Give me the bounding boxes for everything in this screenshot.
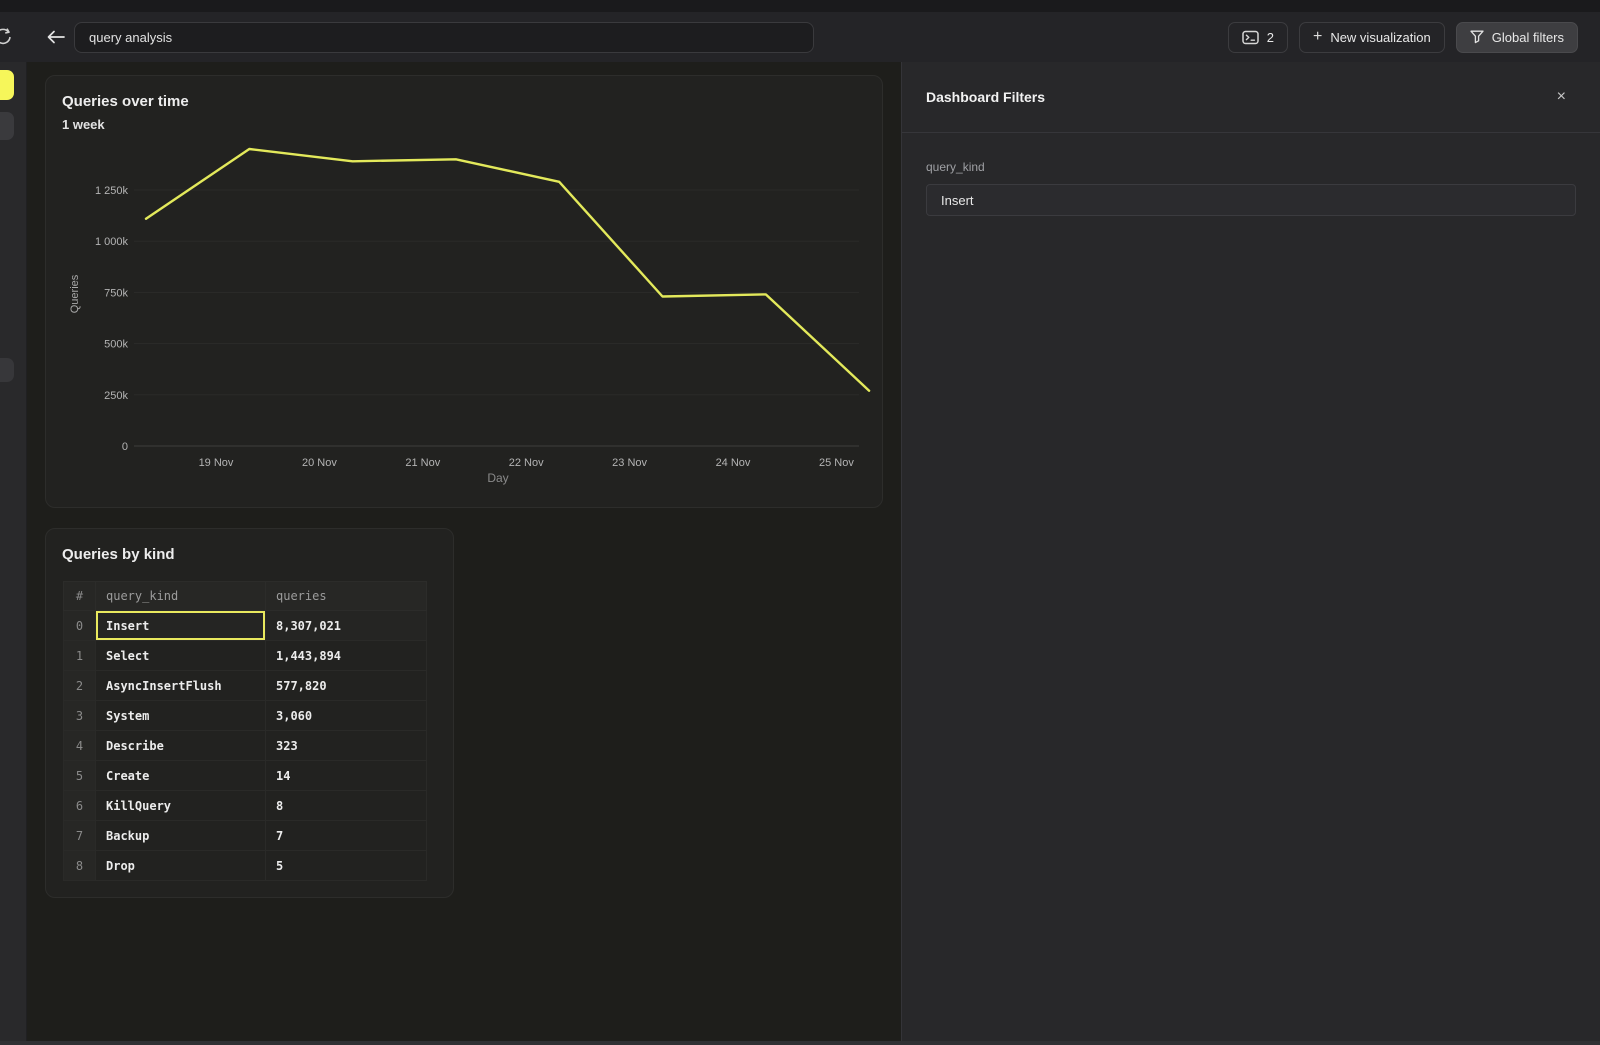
table-row: 2AsyncInsertFlush577,820 (64, 671, 427, 701)
query-kind-cell[interactable]: System (96, 701, 266, 731)
sidebar-item-2[interactable] (0, 112, 14, 140)
queries-count-cell[interactable]: 8,307,021 (266, 611, 427, 641)
filters-panel-title: Dashboard Filters (926, 89, 1045, 105)
table-row: 8Drop5 (64, 851, 427, 881)
queries-line-chart[interactable]: 1 250k 1 000k 750k 500k 250k 0 19 Nov 20 Nov 21 … (46, 76, 884, 509)
x-axis-tick-label: 23 Nov (612, 457, 647, 469)
x-axis-tick-label: 21 Nov (405, 457, 440, 469)
queries-by-kind-table: #query_kindqueries 0Insert8,307,0211Sele… (63, 581, 427, 881)
table-row: 4Describe323 (64, 731, 427, 761)
y-axis-tick-label: 1 250k (95, 185, 129, 197)
topbar: 2 + New visualization Global filters (0, 12, 1600, 62)
x-axis-tick-label: 22 Nov (509, 457, 544, 469)
filter-value-input[interactable]: Insert (926, 184, 1576, 216)
plus-icon: + (1313, 29, 1322, 45)
filters-panel-header: Dashboard Filters × (902, 62, 1600, 133)
queries-count-cell[interactable]: 8 (266, 791, 427, 821)
row-index-cell: 3 (64, 701, 96, 731)
query-kind-cell-selected[interactable]: Insert (96, 611, 266, 641)
x-axis-tick-label: 19 Nov (199, 457, 234, 469)
query-kind-cell[interactable]: Drop (96, 851, 266, 881)
new-visualization-label: New visualization (1330, 30, 1430, 45)
dashboard-canvas: Queries over time 1 week 1 250k1 000k750… (27, 62, 901, 1045)
row-index-cell: 7 (64, 821, 96, 851)
console-count-button[interactable]: 2 (1228, 22, 1288, 53)
row-index-cell: 6 (64, 791, 96, 821)
table-row: 1Select1,443,894 (64, 641, 427, 671)
sidebar-item-3[interactable] (0, 358, 14, 382)
topbar-actions: 2 + New visualization Global filters (1228, 22, 1600, 53)
table-row: 5Create14 (64, 761, 427, 791)
column-header-index[interactable]: # (64, 582, 96, 611)
row-index-cell: 2 (64, 671, 96, 701)
table-row: 3System3,060 (64, 701, 427, 731)
row-index-cell: 0 (64, 611, 96, 641)
row-index-cell: 1 (64, 641, 96, 671)
sidebar (0, 62, 27, 1045)
query-kind-cell[interactable]: Select (96, 641, 266, 671)
new-visualization-button[interactable]: + New visualization (1299, 22, 1445, 53)
table-title: Queries by kind (62, 546, 175, 563)
close-icon[interactable]: × (1553, 85, 1570, 109)
table-row: 0Insert8,307,021 (64, 611, 427, 641)
x-axis-tick-label: 24 Nov (716, 457, 751, 469)
global-filters-label: Global filters (1492, 30, 1564, 45)
row-index-cell: 5 (64, 761, 96, 791)
funnel-icon (1470, 30, 1484, 44)
dashboard-title-input[interactable] (74, 22, 814, 53)
window-top-strip (0, 0, 1600, 12)
row-index-cell: 8 (64, 851, 96, 881)
queries-count-cell[interactable]: 14 (266, 761, 427, 791)
sidebar-item-active-dashboard[interactable] (0, 70, 14, 100)
y-axis-tick-label: 750k (104, 287, 128, 299)
table-row: 7Backup7 (64, 821, 427, 851)
y-axis-tick-label: 1 000k (95, 236, 129, 248)
queries-count-cell[interactable]: 7 (266, 821, 427, 851)
queries-count-cell[interactable]: 323 (266, 731, 427, 761)
window-bottom-edge (0, 1041, 1600, 1045)
queries-by-kind-card: Queries by kind #query_kindqueries 0Inse… (45, 528, 454, 898)
queries-count-cell[interactable]: 3,060 (266, 701, 427, 731)
y-axis-title: Queries (69, 274, 81, 313)
y-axis-tick-label: 250k (104, 390, 128, 402)
queries-count-cell[interactable]: 5 (266, 851, 427, 881)
x-axis-tick-label: 25 Nov (819, 457, 854, 469)
y-axis-tick-label: 0 (122, 441, 128, 453)
history-refresh-icon[interactable] (0, 26, 20, 48)
terminal-icon (1242, 30, 1259, 45)
table-header-row: #query_kindqueries (64, 582, 427, 611)
column-header-queries[interactable]: queries (266, 582, 427, 611)
y-axis-tick-label: 500k (104, 339, 128, 351)
column-header-query_kind[interactable]: query_kind (96, 582, 266, 611)
filter-field-label: query_kind (926, 160, 1576, 174)
queries-count-cell[interactable]: 577,820 (266, 671, 427, 701)
query-kind-cell[interactable]: KillQuery (96, 791, 266, 821)
filter-value-text: Insert (941, 193, 974, 208)
queries-over-time-card: Queries over time 1 week 1 250k1 000k750… (45, 75, 883, 508)
console-count: 2 (1267, 30, 1274, 45)
query-kind-cell[interactable]: AsyncInsertFlush (96, 671, 266, 701)
row-index-cell: 4 (64, 731, 96, 761)
back-button[interactable] (44, 25, 68, 49)
global-filters-button[interactable]: Global filters (1456, 22, 1578, 53)
query-kind-cell[interactable]: Backup (96, 821, 266, 851)
filters-panel-body: query_kind Insert (902, 133, 1600, 216)
query-kind-cell[interactable]: Describe (96, 731, 266, 761)
table-row: 6KillQuery8 (64, 791, 427, 821)
queries-count-cell[interactable]: 1,443,894 (266, 641, 427, 671)
dashboard-filters-panel: Dashboard Filters × query_kind Insert (901, 62, 1600, 1045)
queries-series-line (146, 149, 869, 391)
x-axis-title: Day (487, 471, 508, 485)
x-axis-tick-label: 20 Nov (302, 457, 337, 469)
query-kind-cell[interactable]: Create (96, 761, 266, 791)
